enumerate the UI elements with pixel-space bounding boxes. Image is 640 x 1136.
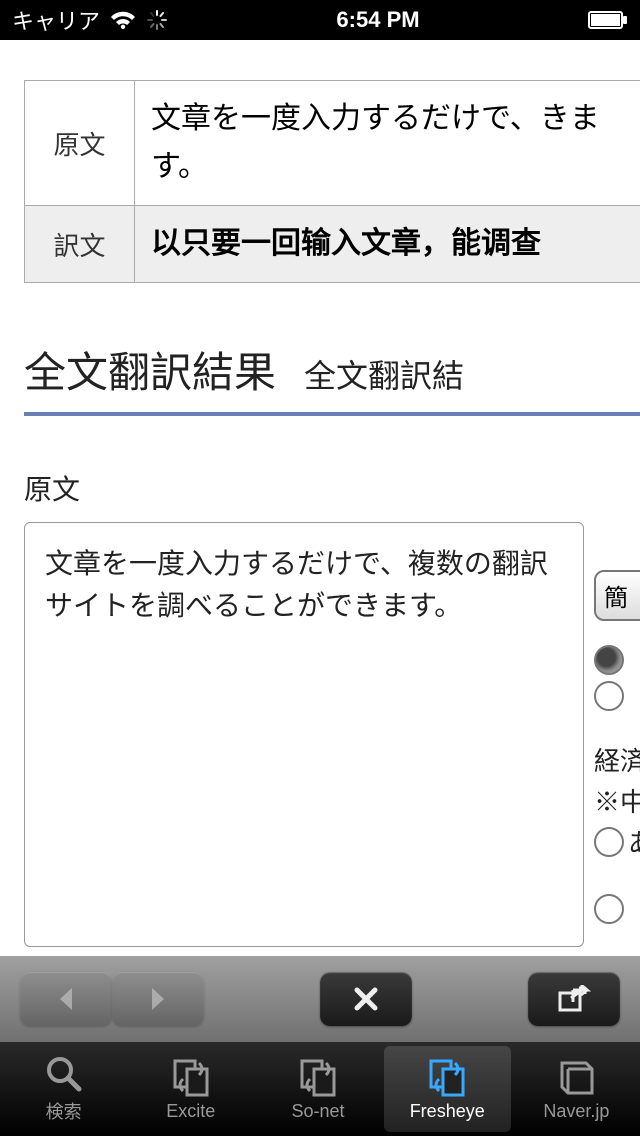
option-radio-4[interactable] xyxy=(594,894,640,924)
heading-sub: 全文翻訳結 xyxy=(304,351,464,397)
close-button[interactable] xyxy=(320,972,412,1026)
tab-sonet[interactable]: So-net xyxy=(254,1042,381,1136)
section-heading: 全文翻訳結果 全文翻訳結 xyxy=(24,339,640,416)
tab-label: Fresheye xyxy=(410,1101,485,1122)
translated-text-cell: 以只要一回输入文章，能调查 xyxy=(135,206,640,283)
tab-search[interactable]: 検索 xyxy=(0,1042,127,1136)
option-text-3: あ xyxy=(628,823,640,860)
carrier-label: キャリア xyxy=(12,4,100,36)
translated-label-cell: 訳文 xyxy=(25,206,135,283)
clock: 6:54 PM xyxy=(168,7,588,33)
book-icon xyxy=(554,1057,598,1097)
option-text-1: 経済 xyxy=(594,741,640,778)
status-right xyxy=(588,11,628,29)
radio-empty-icon xyxy=(594,827,624,857)
document-swap-icon xyxy=(425,1057,469,1097)
tab-label: 検索 xyxy=(46,1098,82,1124)
tab-label: Naver.jp xyxy=(543,1101,609,1122)
radio-filled-icon xyxy=(594,645,624,675)
option-pill[interactable]: 簡 xyxy=(594,570,640,621)
document-swap-icon xyxy=(296,1057,340,1097)
battery-icon xyxy=(588,11,628,29)
webview-content[interactable]: 原文 文章を一度入力するだけで、きます。 訳文 以只要一回输入文章，能调查 全文… xyxy=(0,40,640,956)
share-button[interactable] xyxy=(528,972,620,1026)
tab-excite[interactable]: Excite xyxy=(127,1042,254,1136)
back-button[interactable] xyxy=(20,972,112,1026)
tab-bar: 検索 Excite So-net Fresheye Naver.jp xyxy=(0,1042,640,1136)
heading-main: 全文翻訳結果 xyxy=(24,339,276,400)
result-summary-table: 原文 文章を一度入力するだけで、きます。 訳文 以只要一回输入文章，能调查 xyxy=(24,80,640,283)
status-bar: キャリア 6:54 PM xyxy=(0,0,640,40)
origin-textarea[interactable]: 文章を一度入力するだけで、複数の翻訳サイトを調べることができます。 xyxy=(24,522,584,947)
origin-label: 原文 xyxy=(24,468,640,508)
tab-naver[interactable]: Naver.jp xyxy=(513,1042,640,1136)
status-left: キャリア xyxy=(12,4,168,36)
browser-toolbar xyxy=(0,956,640,1042)
tab-fresheye[interactable]: Fresheye xyxy=(384,1046,511,1132)
original-text-cell: 文章を一度入力するだけで、きます。 xyxy=(135,81,640,206)
option-radio-3[interactable]: あ xyxy=(594,823,640,860)
radio-empty-icon xyxy=(594,894,624,924)
original-label-cell: 原文 xyxy=(25,81,135,206)
forward-button[interactable] xyxy=(112,972,204,1026)
search-icon xyxy=(42,1054,86,1094)
document-swap-icon xyxy=(169,1057,213,1097)
tab-label: So-net xyxy=(291,1101,344,1122)
tab-label: Excite xyxy=(166,1101,215,1122)
option-radio-1[interactable] xyxy=(594,645,640,675)
side-options-panel: 簡 経済 ※中 あ xyxy=(594,570,640,928)
loading-spinner-icon xyxy=(146,9,168,31)
wifi-icon xyxy=(110,10,136,30)
radio-empty-icon xyxy=(594,681,624,711)
option-text-2: ※中 xyxy=(594,782,640,819)
option-radio-2[interactable] xyxy=(594,681,640,711)
